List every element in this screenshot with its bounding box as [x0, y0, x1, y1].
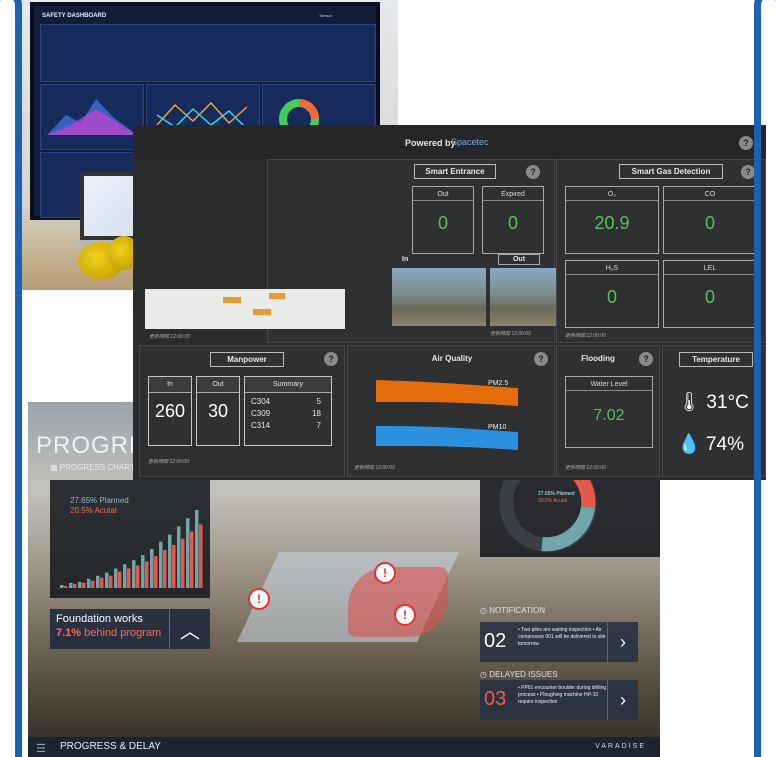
blue-frame [0, 0, 776, 757]
frame-left [0, 0, 22, 757]
frame-right [754, 0, 776, 757]
